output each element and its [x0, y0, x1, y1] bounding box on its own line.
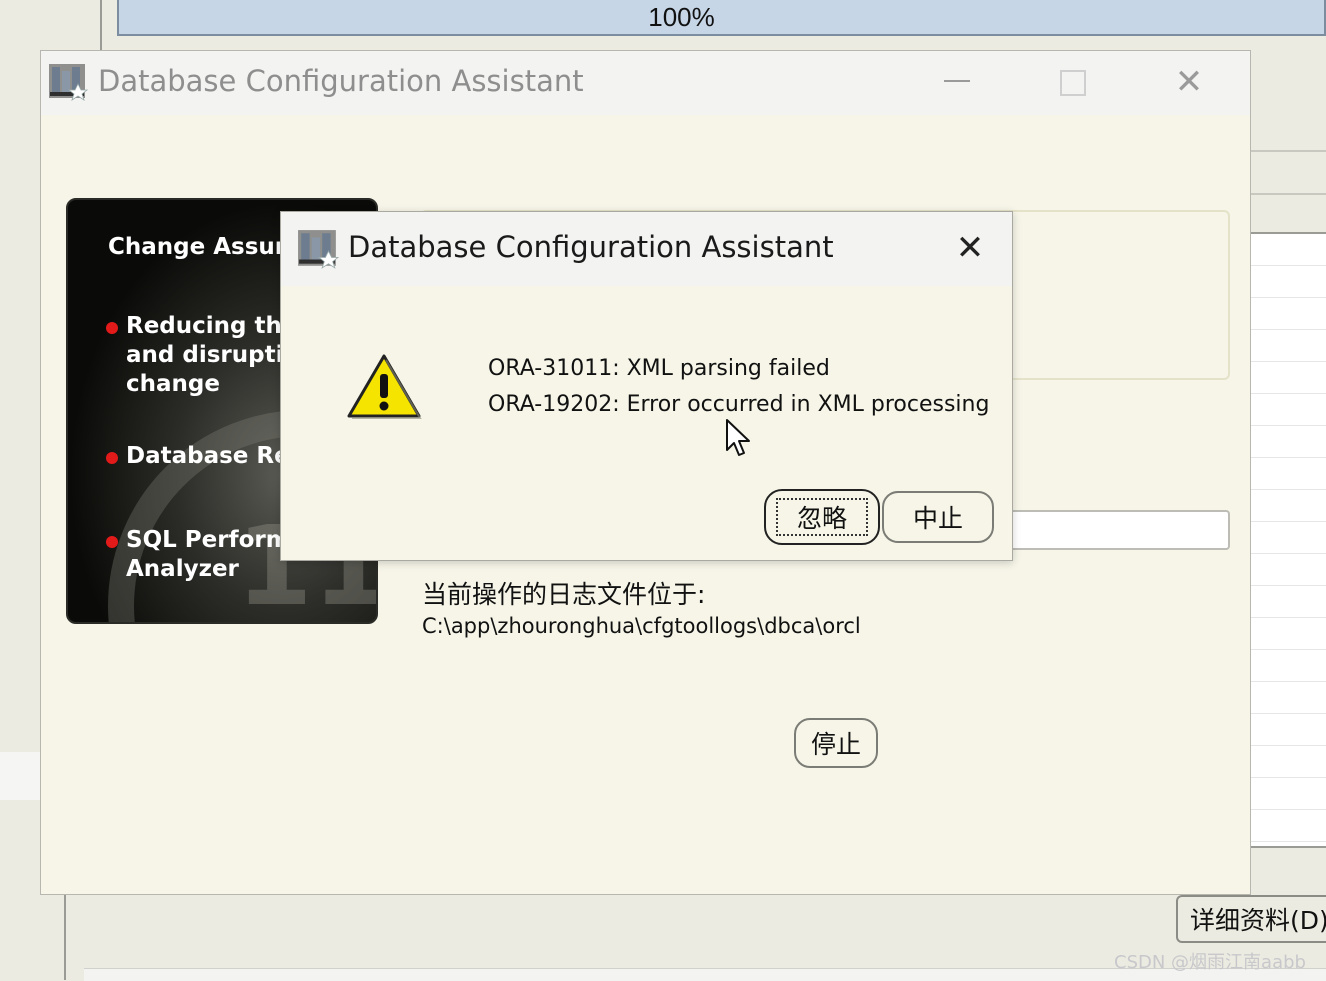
details-button[interactable]: 详细资料(D): [1176, 895, 1326, 943]
abort-button[interactable]: 中止: [882, 491, 994, 543]
maximize-icon[interactable]: [1046, 62, 1100, 102]
log-path-text: C:\app\zhouronghua\cfgtoollogs\dbca\orcl: [422, 614, 861, 638]
log-location-label: 当前操作的日志文件位于:: [422, 580, 706, 609]
error-message: ORA-31011: XML parsing failed: [488, 356, 830, 381]
side-banner-heading: Change Assura: [108, 234, 302, 260]
ignore-button[interactable]: 忽略: [764, 489, 880, 545]
background-fragment: [0, 752, 40, 800]
progress-text: 100%: [648, 1, 715, 32]
divider: [1250, 150, 1326, 152]
ignore-button-label: 忽略: [776, 498, 868, 536]
bullet-icon: [106, 322, 118, 334]
mouse-cursor-icon: [726, 419, 750, 456]
background-step-list: [1250, 232, 1326, 848]
close-icon[interactable]: ✕: [946, 226, 994, 270]
background-progress-bar: 100%: [117, 0, 1326, 36]
bullet-icon: [106, 536, 118, 548]
close-icon[interactable]: ✕: [1162, 62, 1216, 102]
divider: [1250, 193, 1326, 195]
error-message: ORA-19202: Error occurred in XML process…: [488, 392, 990, 417]
watermark-text: CSDN @烟雨江南aabb: [1114, 952, 1306, 973]
dbca-app-icon: [49, 64, 88, 101]
dialog-title: Database Configuration Assistant: [348, 230, 834, 264]
side-banner-bullet: Reducing the and disruptio change: [126, 313, 300, 397]
main-window-title: Database Configuration Assistant: [98, 64, 584, 98]
dbca-app-icon: [298, 230, 339, 269]
side-banner-bullet: SQL Perform Analyzer: [126, 527, 290, 582]
stop-button[interactable]: 停止: [794, 718, 878, 768]
warning-icon: [347, 354, 422, 419]
progress-field: [1000, 510, 1230, 550]
minimize-icon[interactable]: [930, 62, 984, 102]
bullet-icon: [106, 452, 118, 464]
